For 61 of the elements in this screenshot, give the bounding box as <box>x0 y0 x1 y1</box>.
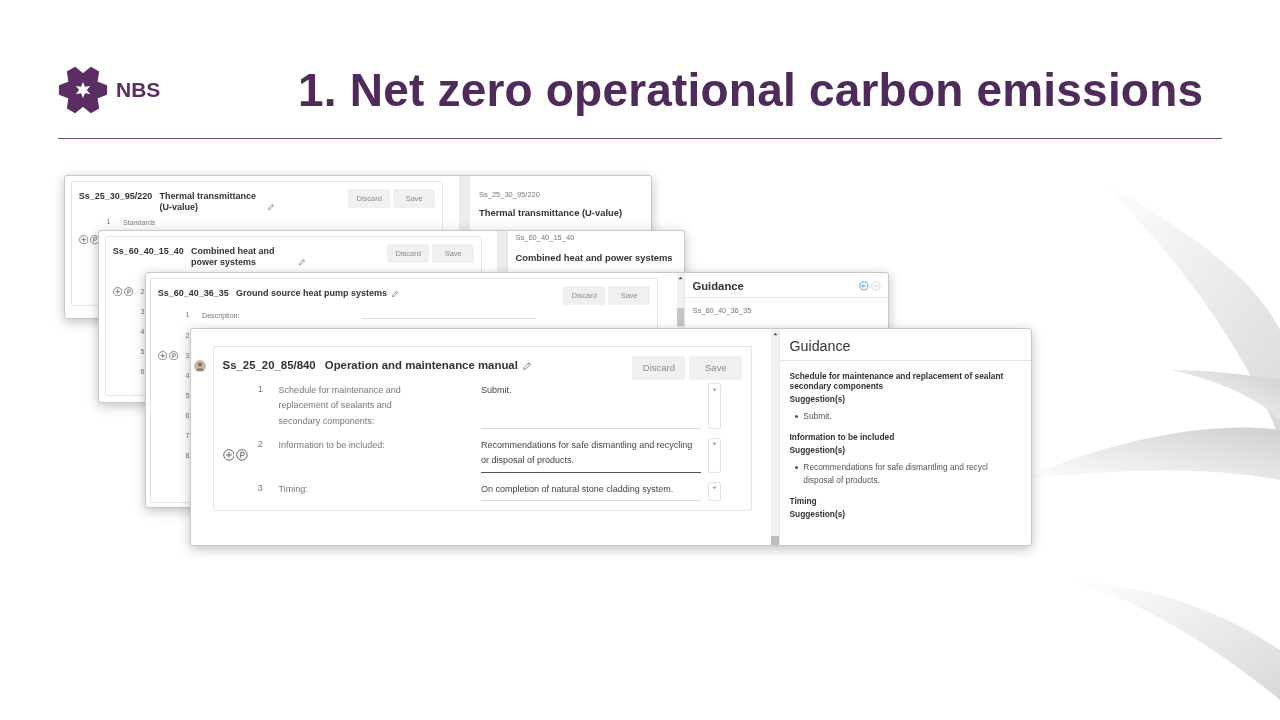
scroll-thumb[interactable] <box>677 308 684 326</box>
input-field[interactable]: Submit. <box>480 383 702 430</box>
clause-title: Thermal transmittance (U-value) <box>159 191 258 213</box>
back-icon[interactable] <box>858 280 869 291</box>
logo-text: NBS <box>116 78 161 102</box>
suggestion-label: Suggestion(s) <box>789 394 846 405</box>
logo-icon <box>58 65 108 115</box>
dropdown-button[interactable] <box>707 437 722 473</box>
row-number: 1 <box>257 384 263 395</box>
field-label: Schedule for maintenance and replacement of sealants and secondary components: <box>278 384 402 428</box>
add-icon[interactable] <box>112 286 123 296</box>
caret-icon <box>712 387 718 392</box>
clause-code: Ss_25_30_95/220 <box>78 191 153 202</box>
slide-title: 1. Net zero operational carbon emissions <box>298 63 1204 117</box>
pencil-icon[interactable] <box>390 289 399 298</box>
field-label: Information to be included: <box>278 438 386 452</box>
suggestion-text: Recommendations for safe dismantling and recycl disposal of products. <box>803 461 988 487</box>
clause-title: Thermal transmittance (U-value) <box>479 207 623 218</box>
caret-icon <box>712 486 718 491</box>
panel-heading: Guidance <box>789 337 851 354</box>
caret-icon <box>712 442 718 447</box>
p-circle-icon[interactable] <box>89 235 99 245</box>
add-icon[interactable] <box>78 235 89 245</box>
clause-code: Ss_25_20_85/840 <box>222 358 316 373</box>
field-label: Timing: <box>278 482 309 496</box>
suggestion-label: Suggestion(s) <box>789 445 846 456</box>
action-button[interactable]: Save <box>689 355 743 381</box>
scroll-thumb[interactable] <box>771 536 779 545</box>
scrollbar[interactable] <box>771 329 779 545</box>
clause-code: Ss_60_40_36_35 <box>157 288 229 299</box>
p-circle-icon[interactable] <box>123 286 133 296</box>
clause-title: Ground source heat pump systems <box>236 288 388 299</box>
clause-title: Combined heat and power systems <box>191 246 276 268</box>
scroll-up-icon[interactable] <box>772 332 778 336</box>
row-number: 3 <box>257 482 263 493</box>
guidance-heading: Timing <box>789 495 817 506</box>
guidance-heading: Information to be included <box>789 431 895 442</box>
clause-code: Ss_60_40_15_40 <box>112 246 184 257</box>
pencil-icon[interactable] <box>522 360 533 371</box>
row-number: 2 <box>257 438 263 449</box>
pencil-icon[interactable] <box>266 203 275 212</box>
scrollbar[interactable] <box>677 273 684 328</box>
input-field[interactable]: On completion of natural stone cladding system. <box>480 481 702 502</box>
add-icon[interactable] <box>157 350 168 361</box>
suggestion-label: Suggestion(s) <box>789 508 846 519</box>
dropdown-button[interactable] <box>707 481 722 502</box>
p-circle-icon[interactable] <box>168 350 178 361</box>
guidance-heading: Schedule for maintenance and replacement of sealant secondary components <box>789 370 1004 391</box>
clause-title: Operation and maintenance manual <box>324 358 518 373</box>
bullet-icon <box>794 414 798 418</box>
pencil-icon[interactable] <box>298 258 307 267</box>
action-button[interactable]: Discard <box>632 355 686 381</box>
panel-heading: Guidance <box>692 279 744 292</box>
scroll-up-icon[interactable] <box>678 276 683 280</box>
dropdown-button[interactable] <box>707 383 722 430</box>
add-icon[interactable] <box>222 449 235 462</box>
input-field[interactable]: Recommendations for safe dismantling and recycling or disposal of products. <box>480 437 702 473</box>
p-circle-icon[interactable] <box>236 449 249 462</box>
clause-title: Combined heat and power systems <box>515 252 673 263</box>
suggestion-text: Submit. <box>803 409 832 423</box>
bullet-icon <box>794 466 798 470</box>
